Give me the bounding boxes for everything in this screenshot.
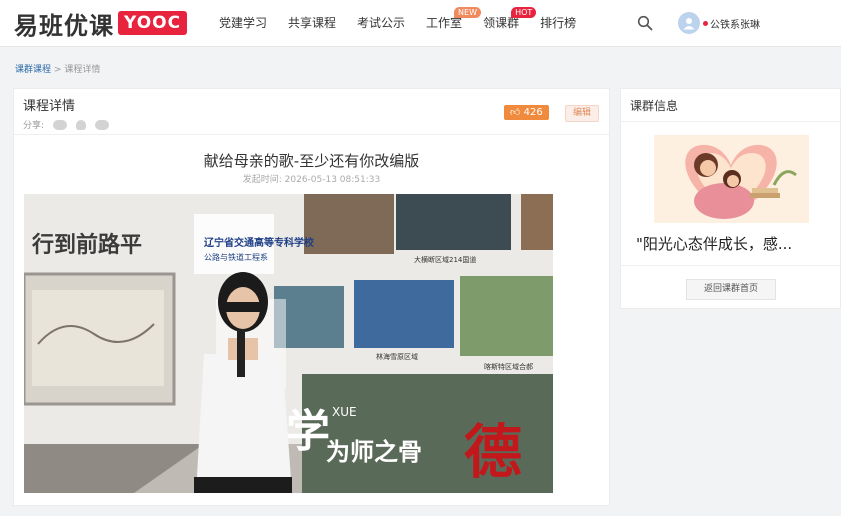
breadcrumb: 课群课程 > 课程详情 [15,62,100,75]
back-to-group-button[interactable]: 返回课群首页 [686,279,776,300]
main-nav: 党建学习 共享课程 考试公示 工作室 NEW 领课群 HOT 排行榜 [219,0,597,47]
edit-button[interactable]: 编辑 [565,105,600,122]
svg-text:辽宁省交通高等专科学校: 辽宁省交通高等专科学校 [204,236,315,249]
logo-text: 易班优课 [14,11,114,40]
weibo-icon[interactable] [95,119,110,130]
panel-title: 课程详情 [23,99,76,114]
cover-illustration [654,135,809,223]
qq-icon[interactable] [76,119,87,130]
article-title: 献给母亲的歌-至少还有你改编版 [203,152,420,170]
photo-scene: 行到前路平 辽宁省交通高等专科学校 公路与铁道工程系 大横断区域214国道 林海… [24,194,553,493]
nav-item-exam-notice[interactable]: 考试公示 [357,0,405,47]
avatar [678,12,700,34]
course-group-panel: 课群信息 "阳光心态伴成长，感... 返回课群首页 [620,88,841,309]
top-header: 易班优课 YOOC 党建学习 共享课程 考试公示 工作室 NEW 领课群 HOT 排… [0,0,841,47]
svg-text:德: 德 [464,418,522,486]
logo-badge: YOOC [118,11,188,35]
panel-title: 课群信息 [630,99,679,113]
svg-text:行到前路平: 行到前路平 [31,232,142,258]
svg-text:喀斯特区域合郝: 喀斯特区域合郝 [484,362,533,371]
svg-text:为师之骨: 为师之骨 [326,438,422,466]
wechat-icon[interactable] [53,119,68,130]
divider [621,265,840,266]
user-icon [683,18,695,30]
nav-item-studio[interactable]: 工作室 NEW [426,0,481,47]
breadcrumb-separator: > [53,65,62,75]
nav-item-course-groups[interactable]: 领课群 HOT [483,0,537,47]
thumb-up-icon: 👍︎ [510,107,521,118]
svg-text:公路与铁道工程系: 公路与铁道工程系 [204,252,268,262]
logo[interactable]: 易班优课 YOOC [14,9,188,40]
svg-text:大横断区域214国道: 大横断区域214国道 [414,255,476,264]
panel-header: 课程详情 分享: 👍︎ 426 编辑 [14,89,609,135]
user-menu[interactable]: 公铁系张琳 [678,10,760,36]
nav-item-ranking[interactable]: 排行榜 [540,0,576,47]
publish-time: 发起时间: 2026-05-13 08:51:33 [242,175,381,185]
svg-text:学: 学 [286,406,330,457]
divider [621,121,840,122]
new-badge: NEW [454,7,481,18]
svg-text:XUE: XUE [332,405,357,419]
like-count: 426 [523,107,543,118]
nav-item-party-study[interactable]: 党建学习 [219,0,267,47]
course-cover-image[interactable] [654,135,809,223]
svg-text:林海雪原区域: 林海雪原区域 [376,352,418,361]
username: 公铁系张琳 [710,19,760,31]
notification-dot [703,20,708,26]
article-photo: 行到前路平 辽宁省交通高等专科学校 公路与铁道工程系 大横断区域214国道 林海… [24,194,553,493]
share-bar: 分享: [23,118,110,131]
breadcrumb-current: 课程详情 [64,65,101,75]
search-icon[interactable] [637,15,653,31]
nav-item-shared-courses[interactable]: 共享课程 [288,0,336,47]
breadcrumb-link-course-group[interactable]: 课群课程 [15,65,51,75]
course-name[interactable]: "阳光心态伴成长，感... [636,233,841,254]
like-button[interactable]: 👍︎ 426 [504,105,549,120]
hot-badge: HOT [511,7,537,18]
share-label: 分享: [23,121,45,131]
course-detail-panel: 课程详情 分享: 👍︎ 426 编辑 献给母亲的歌-至少还有你改编版 发起时间:… [13,88,610,506]
